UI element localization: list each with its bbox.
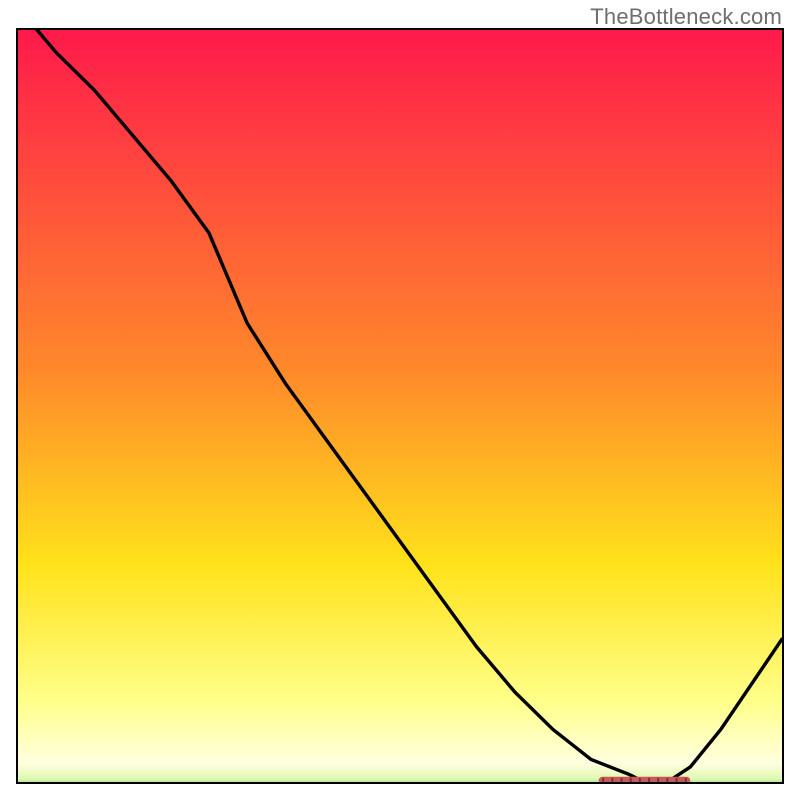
frame-color: #000000 xyxy=(0,0,1,1)
curve-color: #000000 xyxy=(0,0,1,1)
watermark-text: TheBottleneck.com xyxy=(590,4,782,30)
chart-stage: TheBottleneck.com xyxy=(0,0,800,800)
plot-frame xyxy=(16,28,784,784)
optimal-marker xyxy=(18,30,782,782)
